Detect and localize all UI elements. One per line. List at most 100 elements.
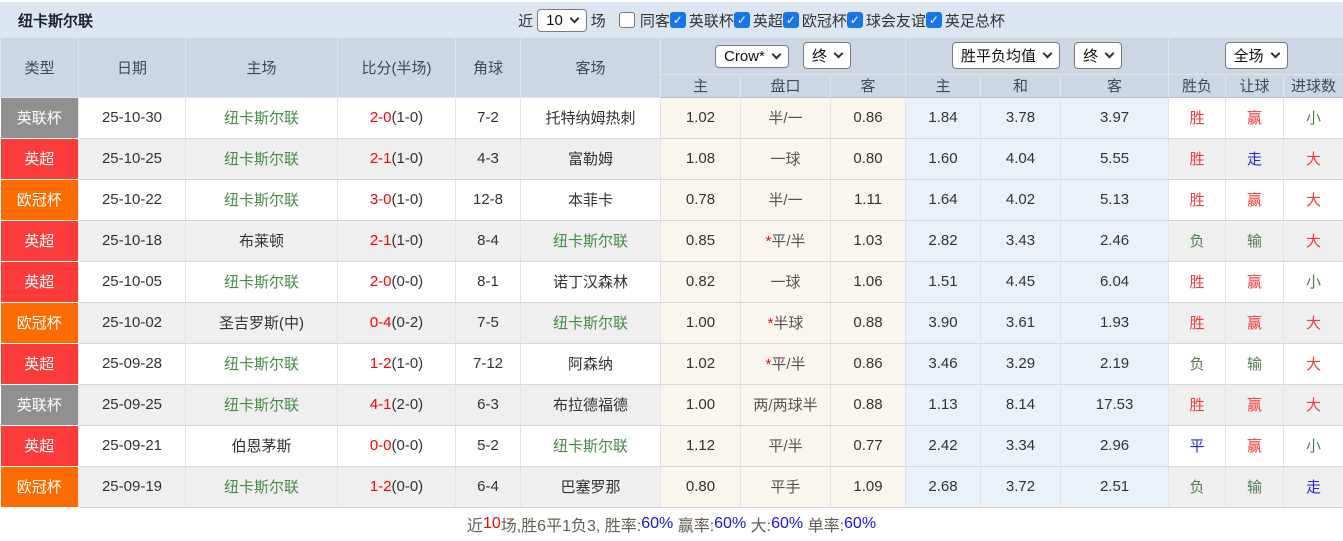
recent-count-value: 10: [546, 11, 563, 29]
chevron-down-icon: [771, 49, 782, 60]
odds-avg-select[interactable]: 胜平负均值: [951, 42, 1060, 70]
away-team: 本菲卡: [520, 179, 661, 221]
recent-count-select[interactable]: 10: [537, 8, 587, 32]
corners: 8-1: [455, 261, 521, 303]
score-cell: 0-4(0-2): [337, 302, 456, 344]
summary-segment: 单率:: [803, 518, 845, 535]
competition-badge: 欧冠杯: [0, 466, 79, 508]
competition-badge: 英超: [0, 343, 79, 385]
half-time-score: (1-0): [391, 355, 424, 372]
full-time-score: 2-1: [369, 150, 392, 167]
checkbox-checked-icon[interactable]: [925, 12, 942, 28]
avg-draw-odds: 3.34: [980, 425, 1062, 467]
full-time-score: 0-4: [369, 314, 392, 331]
half-time-score: (1-0): [391, 232, 424, 249]
handicap-time-select[interactable]: 终: [803, 42, 852, 70]
handicap-away-odds: 0.86: [830, 343, 907, 385]
handicap-company-value: Crow*: [724, 48, 765, 66]
handicap-outcome: 赢: [1225, 97, 1285, 139]
summary-segment: 60%: [771, 515, 804, 532]
half-time-score: (0-0): [391, 273, 424, 290]
handicap-company-select[interactable]: Crow*: [715, 45, 789, 69]
handicap-away-odds: 0.77: [830, 425, 907, 467]
match-outcome: 胜: [1168, 179, 1227, 221]
match-outcome: 胜: [1168, 97, 1227, 139]
filter-checkbox-competition-1[interactable]: 英联杯: [669, 10, 734, 31]
away-team: 巴塞罗那: [520, 466, 661, 508]
page-title: 纽卡斯尔联: [18, 12, 94, 30]
half-time-score: (2-0): [391, 396, 424, 413]
avg-draw-odds: 3.29: [980, 343, 1062, 385]
half-time-score: (0-2): [391, 314, 424, 331]
subheader-handicap-line: 盘口: [740, 74, 831, 98]
handicap-away-odds: 0.88: [830, 302, 907, 344]
full-time-score: 0-0: [369, 437, 392, 454]
full-time-score: 3-0: [369, 191, 392, 208]
score-cell: 2-1(1-0): [337, 138, 456, 180]
summary-segment: 近: [466, 518, 483, 535]
chevron-down-icon: [1104, 48, 1115, 59]
half-time-score: (1-0): [391, 150, 424, 167]
match-date: 25-10-18: [78, 220, 186, 262]
match-row: 英超 25-10-18 布莱顿 2-1(1-0) 8-4 纽卡斯尔联 0.85 *平/半 1.0…: [0, 220, 1343, 262]
handicap-line: 一球: [740, 261, 831, 303]
score-cell: 2-1(1-0): [337, 220, 456, 262]
filter-checkbox-competition-3[interactable]: 欧冠杯: [782, 10, 847, 31]
filter-checkbox-competition-2[interactable]: 英超: [733, 10, 783, 31]
half-time-score: (0-0): [391, 437, 424, 454]
handicap-line: 半/一: [740, 97, 831, 139]
handicap-text: 平手: [770, 479, 801, 496]
subheader-handicap-home: 主: [660, 74, 741, 98]
checkbox-checked-icon[interactable]: [669, 12, 686, 28]
match-row: 欧冠杯 25-09-19 纽卡斯尔联 1-2(0-0) 6-4 巴塞罗那 0.80 平手 1.0…: [0, 466, 1343, 508]
filter-checkbox-same-venue[interactable]: 同客: [618, 10, 670, 31]
match-date: 25-10-30: [78, 97, 186, 139]
checkbox-checked-icon[interactable]: [846, 12, 863, 28]
handicap-line: 平/半: [740, 425, 831, 467]
match-row: 英超 25-10-25 纽卡斯尔联 2-1(1-0) 4-3 富勒姆 1.08 一球 0.80 1…: [0, 138, 1343, 180]
avg-win-odds: 3.90: [905, 302, 982, 344]
handicap-text: 平/半: [771, 356, 806, 373]
corners: 8-4: [455, 220, 521, 262]
checkbox-checked-icon[interactable]: [733, 12, 750, 28]
avg-draw-odds: 3.43: [980, 220, 1062, 262]
handicap-home-odds: 1.00: [660, 302, 741, 344]
summary-segment: 60%: [714, 515, 747, 532]
match-date: 25-10-02: [78, 302, 186, 344]
avg-draw-odds: 3.72: [980, 466, 1062, 508]
handicap-outcome: 输: [1225, 220, 1285, 262]
handicap-text: 半/一: [768, 192, 803, 209]
checkbox-checked-icon[interactable]: [782, 12, 799, 28]
goals-outcome: 小: [1283, 261, 1343, 303]
odds-time-select[interactable]: 终: [1074, 42, 1123, 70]
goals-outcome: 大: [1283, 138, 1343, 180]
full-time-score: 1-2: [369, 355, 392, 372]
avg-win-odds: 1.60: [905, 138, 982, 180]
subheader-handicap-outcome: 让球: [1225, 74, 1285, 98]
corners: 6-3: [455, 384, 521, 426]
match-outcome: 胜: [1168, 261, 1227, 303]
summary-segment: 大:: [746, 518, 772, 535]
home-team: 布莱顿: [185, 220, 338, 262]
summary-segment: 10: [482, 515, 501, 532]
match-row: 英联杯 25-10-30 纽卡斯尔联 2-0(1-0) 7-2 托特纳姆热刺 1.02 半/一…: [0, 97, 1343, 139]
away-team: 布拉德福德: [520, 384, 661, 426]
competition-badge: 英超: [0, 261, 79, 303]
result-scope-select[interactable]: 全场: [1224, 42, 1288, 70]
checkbox-unchecked-icon[interactable]: [618, 12, 635, 28]
corners: 6-4: [455, 466, 521, 508]
competition-badge: 英超: [0, 220, 79, 262]
away-team: 纽卡斯尔联: [520, 302, 661, 344]
handicap-line: 半/一: [740, 179, 831, 221]
handicap-outcome: 走: [1225, 138, 1285, 180]
filter-checkbox-competition-5[interactable]: 英足总杯: [925, 10, 1005, 31]
summary-segment: 赢率:: [673, 518, 715, 535]
chevron-down-icon: [569, 13, 580, 23]
odds-avg-value: 胜平负均值: [960, 48, 1036, 66]
summary-segment: 场,胜6平1负3, 胜率:: [500, 518, 642, 535]
handicap-text: 两/两球半: [753, 397, 818, 414]
checkbox-label: 英联杯: [688, 12, 734, 30]
avg-lose-odds: 5.55: [1060, 138, 1170, 180]
filter-checkbox-competition-4[interactable]: 球会友谊: [846, 10, 926, 31]
away-team: 阿森纳: [520, 343, 661, 385]
